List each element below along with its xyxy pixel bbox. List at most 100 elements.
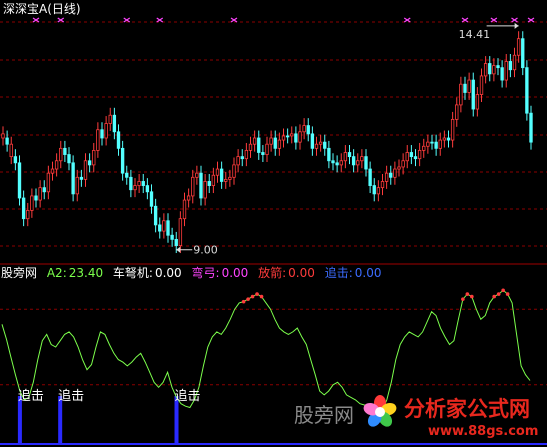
candle-body	[455, 104, 459, 120]
overbought-marker	[241, 299, 246, 304]
candle-body	[191, 176, 195, 197]
candle-body	[133, 185, 137, 191]
cross-marker	[156, 17, 164, 23]
candle-body	[450, 118, 455, 141]
candle-body	[257, 137, 261, 153]
candle-body	[100, 129, 104, 139]
bow-value: 0.00	[221, 266, 249, 280]
indicator-panel-header: 股旁网 A2: 23.40 车弩机: 0.00 弯弓: 0.00 放箭: 0.00 追击…	[1, 266, 381, 280]
candle-body	[199, 172, 203, 199]
candle-body	[294, 133, 298, 143]
crossbow-value: 0.00	[154, 266, 182, 280]
overbought-marker	[492, 294, 497, 299]
candle-body	[75, 176, 79, 195]
candle-body	[9, 143, 13, 158]
candle-body	[521, 38, 525, 69]
max-arrow-head	[514, 22, 519, 29]
cross-marker	[527, 17, 535, 23]
candle-body	[413, 156, 418, 160]
candle-body	[372, 185, 376, 195]
chase-signal-label: 追击	[175, 388, 201, 404]
candle-body	[417, 150, 422, 160]
indicator-name: 股旁网	[1, 266, 38, 280]
chase-label: 追击:	[324, 266, 353, 280]
bow-label: 弯弓:	[191, 266, 220, 280]
candle-body	[145, 185, 150, 193]
candle-body	[500, 67, 504, 81]
chase-signal-label: 追击	[18, 388, 44, 404]
candle-body	[290, 133, 294, 137]
candle-body	[13, 156, 18, 164]
candle-body	[30, 195, 34, 211]
candle-body	[87, 160, 92, 166]
stock-chart-window: 14.41 9.00 追击 追击 追击 深深宝A(日线) 股旁网 A2: 23.40 车…	[0, 0, 547, 447]
candle-body	[281, 135, 286, 141]
candle-body	[492, 65, 496, 75]
candle-body	[463, 83, 467, 93]
candle-body	[252, 137, 257, 145]
candle-body	[137, 181, 141, 186]
candle-body	[240, 156, 244, 160]
candle-body	[446, 137, 451, 141]
candle-body	[67, 154, 71, 164]
cross-marker	[490, 17, 498, 23]
candle-body	[405, 152, 409, 162]
candle-body	[83, 160, 88, 180]
candle-body	[285, 135, 290, 138]
candle-body	[335, 162, 339, 166]
cross-marker	[511, 17, 518, 23]
candle-body	[323, 141, 327, 149]
price-panel-header: 深深宝A(日线)	[3, 2, 81, 16]
overbought-marker	[250, 294, 255, 299]
candle-body	[211, 174, 216, 186]
candle-body	[318, 141, 323, 145]
candle-body	[516, 38, 521, 56]
logo-center	[375, 407, 385, 417]
stock-title: 深深宝A	[3, 2, 48, 16]
period-label: (日线)	[47, 2, 81, 16]
candle-body	[195, 172, 199, 178]
cross-marker	[461, 17, 469, 23]
candle-body	[393, 168, 397, 178]
candle-body	[141, 181, 145, 186]
watermark-logo	[363, 395, 397, 427]
candle-body	[273, 137, 277, 149]
cross-marker	[123, 17, 131, 23]
candle-body	[186, 195, 191, 201]
candle-body	[215, 168, 220, 176]
candle-body	[261, 152, 265, 155]
candle-body	[92, 150, 96, 166]
candle-body	[442, 137, 447, 141]
candle-body	[397, 166, 401, 170]
min-arrow-head	[176, 246, 181, 253]
candle-body	[1, 133, 5, 139]
candle-body	[339, 160, 343, 166]
candle-body	[170, 234, 174, 240]
candle-body	[384, 172, 389, 182]
candle-body	[116, 131, 121, 149]
candle-body	[471, 79, 475, 110]
candle-body	[426, 141, 430, 147]
candle-body	[360, 156, 364, 162]
candle-body	[376, 187, 381, 195]
min-price-label: 9.00	[193, 244, 218, 257]
overbought-marker	[246, 297, 250, 301]
candle-body	[224, 178, 228, 182]
candle-body	[248, 143, 253, 151]
candle-body	[368, 168, 372, 186]
candle-body	[54, 160, 59, 170]
candle-body	[207, 181, 211, 186]
candle-body	[34, 195, 38, 201]
candle-body	[380, 181, 385, 189]
chart-canvas: 14.419.00 追击 追击 追击	[0, 17, 547, 445]
candle-body	[351, 156, 356, 166]
candle-body	[310, 133, 315, 149]
candle-body	[162, 220, 166, 232]
candle-body	[153, 205, 158, 226]
candle-body	[364, 156, 368, 170]
price-grid	[0, 21, 547, 247]
candle-body	[479, 75, 484, 95]
overbought-marker	[501, 288, 505, 293]
a2-label: A2:	[46, 266, 67, 280]
candle-body	[219, 168, 224, 182]
